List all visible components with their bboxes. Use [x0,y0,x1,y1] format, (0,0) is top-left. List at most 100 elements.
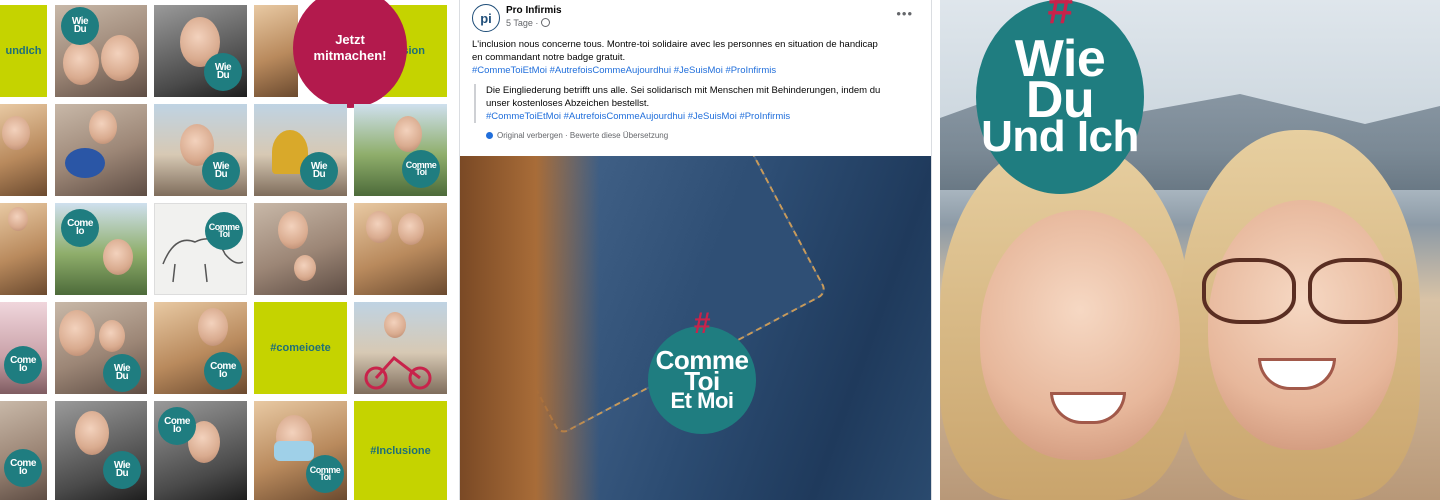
grid-photo: Wie Du [154,104,247,196]
bicycle-icon [364,355,432,390]
comeioete-badge: Come Io [61,209,99,247]
grid-photo [0,104,47,196]
grid-photo: Wie Du [154,5,247,97]
grid-photo [55,104,147,196]
avatar-text: pi [480,10,492,26]
grid-photo: Come Io [154,401,247,500]
badge-text: Du [312,169,326,180]
selfie-photo: # Wie Du Und Ich [940,0,1440,500]
face [366,211,392,243]
commetoietmoi-pin: # Comme Toi Et Moi [648,309,756,434]
more-options-icon[interactable]: ••• [896,6,913,21]
translation-line: unser kostenloses Abzeichen bestellst. [486,98,650,109]
post-header: pi Pro Infirmis 5 Tage · ••• [472,4,917,34]
commetoietmoi-badge: Comme Toi [205,212,243,250]
badge-text: Io [76,226,84,237]
hashtag-text: undIch [5,45,42,57]
grid-photo [0,203,47,295]
commetoietmoi-badge: Comme Toi [306,455,344,493]
page-avatar[interactable]: pi [472,4,500,32]
post-text: L'inclusion nous concerne tous. Montre-t… [472,38,917,77]
hashtag-tile-comeioete: #comeioete [254,302,347,394]
wieduundich-badge: Wie Du [103,354,141,392]
badge-text: Io [19,363,27,374]
post-timestamp[interactable]: 5 Tage · [506,18,551,28]
wieduundich-badge: Wie Du [61,7,99,45]
face [63,41,99,85]
face [89,110,117,144]
face [59,310,95,356]
badge-hash: # [693,307,711,340]
translation-note[interactable]: Original verbergen · Bewerte diese Übers… [497,131,668,140]
face [8,207,28,231]
grid-photo [354,203,447,295]
hashtag-text: #Inclusione [370,444,431,457]
grid-photo: Comme Toi [254,401,347,500]
hashtag-text: #comeioete [270,342,331,354]
grid-photo: Come Io [154,302,247,394]
cta-line2: mitmachen! [313,48,387,63]
grid-photo [254,203,347,295]
grid-photo [354,302,447,394]
badge-text: Et Moi [670,388,735,414]
badge-text: Toi [218,229,230,239]
face [2,116,30,150]
grid-photo: Come Io [55,203,147,295]
post-hashtags[interactable]: #CommeToiEtMoi #AutrefoisCommeAujourdhui… [472,64,917,77]
face [394,116,422,152]
cta-line1: Jetzt [335,31,365,47]
face [75,411,109,455]
translation-controls[interactable]: Original verbergen · Bewerte diese Übers… [486,131,668,140]
badge-text: Und Ich [981,112,1139,162]
face [101,35,139,81]
face-mask [274,441,314,461]
post-text-line: L'inclusion nous concerne tous. Montre-t… [472,39,878,50]
grid-photo: Come Io [0,302,47,394]
face [278,211,308,249]
grid-photo [254,5,298,97]
face [398,213,424,245]
wieduundich-badge: Wie Du [202,152,240,190]
hashtag-tile-inclusione: #Inclusione [354,401,447,500]
translation-block: Die Eingliederung betrifft uns alle. Sei… [474,84,926,123]
comeioete-badge: Come Io [4,449,42,487]
globe-icon [541,18,551,27]
badge-text: Io [19,466,27,477]
badge-text: Io [219,369,227,380]
badge-text: Du [216,70,230,81]
grid-photo: Wie Du [55,302,147,394]
glasses [1308,258,1402,324]
commetoietmoi-badge: Comme Toi [402,150,440,188]
grid-photo: Wie Du [55,5,147,97]
badge-text: Du [214,169,228,180]
grid-photo: Comme Toi [354,104,447,196]
face [294,255,316,281]
grid-photo: Wie Du [55,401,147,500]
badge-text: Du [115,468,129,479]
badge-text: Du [115,371,129,382]
badge-text: Io [173,424,181,435]
timestamp-text: 5 Tage · [506,18,539,28]
badge-hash: # [1047,0,1073,33]
comeioete-badge: Come Io [204,352,242,390]
comeioete-badge: Come Io [4,346,42,384]
page-name-link[interactable]: Pro Infirmis [506,5,562,16]
grid-drawing: Comme Toi [154,203,247,295]
facebook-post: pi Pro Infirmis 5 Tage · ••• L'inclusion… [459,0,932,500]
post-text-line: en commandant notre badge gratuit. [472,52,626,63]
post-image[interactable]: # Comme Toi Et Moi [460,156,931,500]
wieduundich-badge-large: # Wie Du Und Ich [976,0,1144,194]
face [198,308,228,346]
comeioete-badge: Come Io [158,407,196,445]
grid-photo: Wie Du [254,104,347,196]
translation-hashtags[interactable]: #CommeToiEtMoi #AutrefoisCommeAujourdhui… [486,110,926,123]
wieduundich-badge: Wie Du [300,152,338,190]
hashtag-tile-wieduundich: undIch [0,5,47,97]
face [1208,200,1398,450]
toy-ball [65,148,105,178]
translation-line: Die Eingliederung betrifft uns alle. Sei… [486,85,881,96]
hair [460,156,600,500]
badge-text: Du [73,24,87,35]
glasses [1202,258,1296,324]
face [99,320,125,352]
